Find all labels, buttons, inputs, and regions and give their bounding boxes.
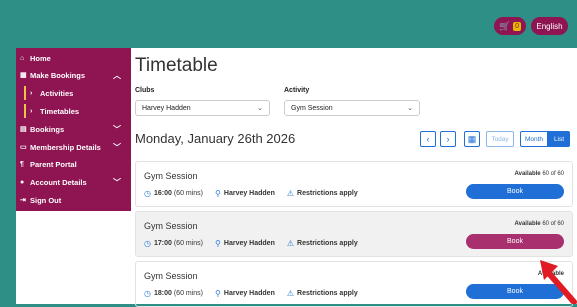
availability-label: Available xyxy=(514,171,541,177)
list-view-button[interactable]: List xyxy=(548,131,570,147)
person-icon: ● xyxy=(20,178,25,186)
date-heading: Monday, January 26th 2026 xyxy=(135,131,296,146)
sidebar-item-timetables[interactable]: › Timetables xyxy=(24,104,126,118)
clubs-label: Clubs xyxy=(135,87,155,94)
sign-out-icon: ⇥ xyxy=(20,197,26,204)
calendar-icon: ▦ xyxy=(467,133,477,144)
session-title: Gym Session xyxy=(144,171,198,181)
book-button[interactable]: Book xyxy=(466,184,564,199)
session-title: Gym Session xyxy=(144,271,198,281)
sidebar-item-label: Home xyxy=(30,53,51,63)
calendar-icon: ▦ xyxy=(20,72,27,79)
previous-day-button[interactable]: ‹ xyxy=(420,131,436,147)
sidebar-item-account-details[interactable]: ● Account Details ﹀ xyxy=(20,175,127,189)
today-button[interactable]: Today xyxy=(486,131,514,147)
chevron-down-icon: ﹀ xyxy=(113,124,121,134)
session-time: 17:00 xyxy=(153,240,172,247)
activity-select-value: Gym Session xyxy=(291,104,333,112)
clock-icon: ◷ xyxy=(144,239,151,248)
availability-label: Available xyxy=(514,221,541,227)
location-pin-icon: ⚲ xyxy=(215,189,221,198)
sidebar-item-sign-out[interactable]: ⇥ Sign Out xyxy=(20,193,127,207)
chevron-down-icon: ⌄ xyxy=(407,105,413,112)
session-venue: Harvey Hadden xyxy=(223,190,275,197)
session-restriction: Restrictions apply xyxy=(297,240,358,247)
top-bar: 🛒 0 English xyxy=(0,0,577,48)
session-restriction: Restrictions apply xyxy=(297,190,358,197)
availability-text: Available 60 of 60 xyxy=(515,171,564,177)
sidebar-item-membership-details[interactable]: ▭ Membership Details ﹀ xyxy=(20,140,127,154)
sidebar-item-label: Activities xyxy=(40,88,74,98)
sidebar-item-label: Sign Out xyxy=(30,195,62,205)
sidebar-item-label: Make Bookings xyxy=(30,70,86,80)
clock-icon: ◷ xyxy=(144,289,151,298)
session-time: 18:00 xyxy=(153,290,172,297)
sidebar-item-parent-portal[interactable]: ¶ Parent Portal xyxy=(20,157,127,171)
chevron-left-icon: ‹ xyxy=(426,134,430,144)
clubs-select[interactable]: Harvey Hadden ⌄ xyxy=(135,100,270,116)
sidebar-item-activities[interactable]: › Activities xyxy=(24,86,126,100)
card-icon: ▭ xyxy=(20,144,27,151)
month-view-button[interactable]: Month xyxy=(520,131,548,147)
session-title: Gym Session xyxy=(144,221,198,231)
session-card: Gym Session ◷ 17:00 (60 mins) ⚲ Harvey H… xyxy=(135,211,573,257)
session-restriction: Restrictions apply xyxy=(297,290,358,297)
book-icon: ▤ xyxy=(20,126,27,133)
sidebar-item-label: Account Details xyxy=(30,177,87,187)
cart-button[interactable]: 🛒 0 xyxy=(494,17,526,35)
cart-count-badge: 0 xyxy=(513,21,522,31)
date-picker-button[interactable]: ▦ xyxy=(464,131,480,147)
session-card: Gym Session ◷ 16:00 (60 mins) ⚲ Harvey H… xyxy=(135,161,573,207)
activity-label: Activity xyxy=(284,87,310,94)
sidebar: ⌂ Home ▦ Make Bookings ︿ › Activities › … xyxy=(16,48,131,211)
pointer-arrow-icon xyxy=(540,260,577,304)
session-meta: ◷ 17:00 (60 mins) ⚲ Harvey Hadden ⚠ Rest… xyxy=(144,239,358,248)
language-button[interactable]: English xyxy=(531,17,568,35)
sidebar-item-home[interactable]: ⌂ Home xyxy=(20,51,127,65)
warning-icon: ⚠ xyxy=(286,289,295,298)
next-day-button[interactable]: › xyxy=(440,131,456,147)
chevron-down-icon: ﹀ xyxy=(113,142,121,152)
session-meta: ◷ 16:00 (60 mins) ⚲ Harvey Hadden ⚠ Rest… xyxy=(144,189,358,198)
sidebar-item-label: Timetables xyxy=(40,106,80,116)
page-title: Timetable xyxy=(135,55,218,76)
chevron-right-icon: › xyxy=(30,107,33,115)
availability-value: 60 of 60 xyxy=(542,171,564,177)
session-time: 16:00 xyxy=(153,190,172,197)
home-icon: ⌂ xyxy=(20,54,25,62)
chevron-down-icon: ﹀ xyxy=(113,177,121,187)
availability-text: Available 60 of 60 xyxy=(515,221,564,227)
chevron-down-icon: ⌄ xyxy=(257,105,263,112)
sidebar-item-label: Bookings xyxy=(30,124,65,134)
clubs-select-value: Harvey Hadden xyxy=(142,104,191,112)
session-duration: (60 mins) xyxy=(173,240,204,247)
sidebar-item-label: Membership Details xyxy=(30,142,101,152)
session-duration: (60 mins) xyxy=(173,190,204,197)
sidebar-item-label: Parent Portal xyxy=(30,159,77,169)
chevron-right-icon: › xyxy=(30,89,33,97)
warning-icon: ⚠ xyxy=(286,189,295,198)
location-pin-icon: ⚲ xyxy=(215,289,221,298)
location-pin-icon: ⚲ xyxy=(215,239,221,248)
book-button[interactable]: Book xyxy=(466,234,564,249)
warning-icon: ⚠ xyxy=(286,239,295,248)
cart-icon: 🛒 xyxy=(498,20,511,31)
availability-value: 60 of 60 xyxy=(542,221,564,227)
chevron-right-icon: › xyxy=(446,134,450,144)
session-venue: Harvey Hadden xyxy=(223,290,275,297)
chevron-up-icon: ︿ xyxy=(113,70,121,80)
session-venue: Harvey Hadden xyxy=(223,240,275,247)
session-meta: ◷ 18:00 (60 mins) ⚲ Harvey Hadden ⚠ Rest… xyxy=(144,289,358,298)
user-icon: ¶ xyxy=(20,160,24,168)
session-duration: (60 mins) xyxy=(173,290,204,297)
sidebar-item-bookings[interactable]: ▤ Bookings ﹀ xyxy=(20,122,127,136)
session-card: Gym Session ◷ 18:00 (60 mins) ⚲ Harvey H… xyxy=(135,261,573,307)
sidebar-item-make-bookings[interactable]: ▦ Make Bookings ︿ xyxy=(20,68,127,82)
activity-select[interactable]: Gym Session ⌄ xyxy=(284,100,420,116)
clock-icon: ◷ xyxy=(144,189,151,198)
